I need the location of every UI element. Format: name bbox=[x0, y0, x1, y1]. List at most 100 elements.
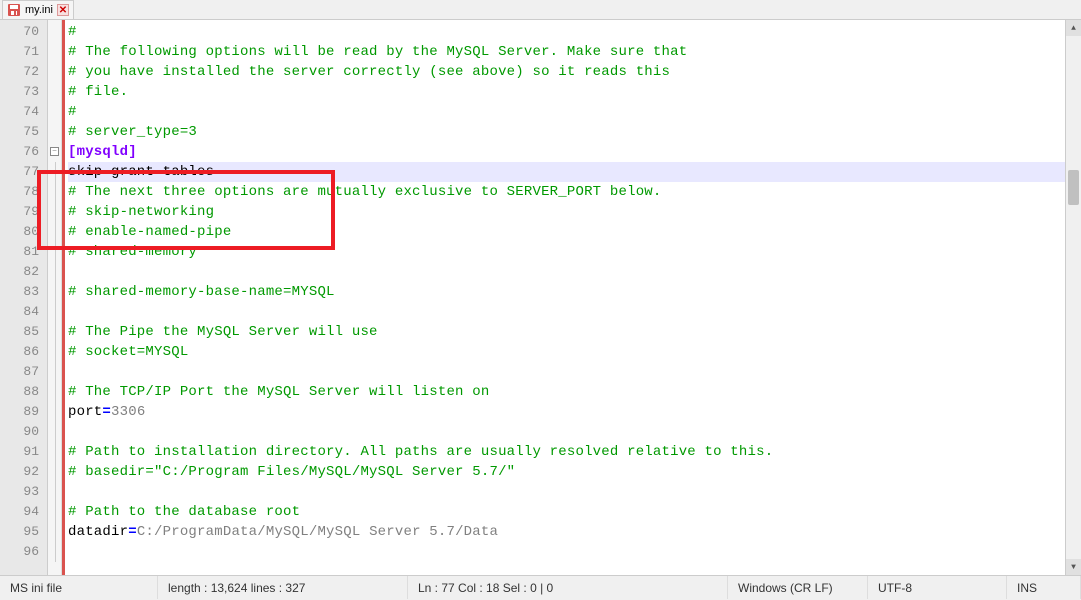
code-line[interactable]: port=3306 bbox=[68, 402, 1065, 422]
tab-bar: my.ini ✕ bbox=[0, 0, 1081, 20]
code-line[interactable]: # file. bbox=[68, 82, 1065, 102]
code-line[interactable]: skip-grant-tables bbox=[68, 162, 1065, 182]
code-line[interactable]: # Path to installation directory. All pa… bbox=[68, 442, 1065, 462]
close-icon[interactable]: ✕ bbox=[57, 4, 69, 16]
code-line[interactable]: datadir=C:/ProgramData/MySQL/MySQL Serve… bbox=[68, 522, 1065, 542]
line-number: 73 bbox=[0, 82, 47, 102]
fold-mark bbox=[48, 382, 61, 402]
code-line[interactable] bbox=[68, 262, 1065, 282]
line-number: 95 bbox=[0, 522, 47, 542]
fold-mark bbox=[48, 462, 61, 482]
fold-mark bbox=[48, 482, 61, 502]
line-number-gutter: 7071727374757677787980818283848586878889… bbox=[0, 20, 48, 575]
fold-toggle-icon[interactable]: − bbox=[50, 147, 59, 156]
status-encoding: UTF-8 bbox=[868, 576, 1007, 599]
status-position: Ln : 77 Col : 18 Sel : 0 | 0 bbox=[408, 576, 728, 599]
line-number: 86 bbox=[0, 342, 47, 362]
code-line[interactable]: # bbox=[68, 102, 1065, 122]
fold-mark bbox=[48, 502, 61, 522]
code-line[interactable]: # enable-named-pipe bbox=[68, 222, 1065, 242]
code-line[interactable] bbox=[68, 482, 1065, 502]
line-number: 75 bbox=[0, 122, 47, 142]
fold-mark bbox=[48, 42, 61, 62]
status-bar: MS ini file length : 13,624 lines : 327 … bbox=[0, 575, 1081, 599]
change-marker bbox=[62, 20, 65, 575]
scroll-up-button[interactable]: ▲ bbox=[1066, 20, 1081, 36]
code-line[interactable] bbox=[68, 302, 1065, 322]
fold-mark bbox=[48, 262, 61, 282]
line-number: 83 bbox=[0, 282, 47, 302]
line-number: 92 bbox=[0, 462, 47, 482]
status-filetype: MS ini file bbox=[0, 576, 158, 599]
status-mode: INS bbox=[1007, 576, 1081, 599]
line-number: 81 bbox=[0, 242, 47, 262]
line-number: 84 bbox=[0, 302, 47, 322]
code-line[interactable]: # The next three options are mutually ex… bbox=[68, 182, 1065, 202]
fold-mark bbox=[48, 522, 61, 542]
line-number: 78 bbox=[0, 182, 47, 202]
fold-mark bbox=[48, 402, 61, 422]
line-number: 91 bbox=[0, 442, 47, 462]
fold-gutter: − bbox=[48, 20, 62, 575]
code-line[interactable] bbox=[68, 422, 1065, 442]
code-line[interactable]: # socket=MYSQL bbox=[68, 342, 1065, 362]
fold-mark bbox=[48, 362, 61, 382]
fold-mark bbox=[48, 542, 61, 562]
fold-mark bbox=[48, 82, 61, 102]
fold-mark bbox=[48, 162, 61, 182]
code-line[interactable]: [mysqld] bbox=[68, 142, 1065, 162]
code-area[interactable]: ## The following options will be read by… bbox=[62, 20, 1065, 575]
line-number: 79 bbox=[0, 202, 47, 222]
line-number: 89 bbox=[0, 402, 47, 422]
line-number: 80 bbox=[0, 222, 47, 242]
fold-mark: − bbox=[48, 142, 61, 162]
fold-mark bbox=[48, 242, 61, 262]
line-number: 77 bbox=[0, 162, 47, 182]
status-eol: Windows (CR LF) bbox=[728, 576, 868, 599]
fold-mark bbox=[48, 122, 61, 142]
line-number: 96 bbox=[0, 542, 47, 562]
fold-mark bbox=[48, 302, 61, 322]
fold-mark bbox=[48, 22, 61, 42]
fold-mark bbox=[48, 322, 61, 342]
fold-mark bbox=[48, 222, 61, 242]
editor: 7071727374757677787980818283848586878889… bbox=[0, 20, 1081, 575]
code-line[interactable]: # shared-memory bbox=[68, 242, 1065, 262]
fold-mark bbox=[48, 442, 61, 462]
line-number: 85 bbox=[0, 322, 47, 342]
code-line[interactable]: # skip-networking bbox=[68, 202, 1065, 222]
fold-mark bbox=[48, 282, 61, 302]
code-line[interactable]: # The Pipe the MySQL Server will use bbox=[68, 322, 1065, 342]
code-line[interactable]: # Path to the database root bbox=[68, 502, 1065, 522]
fold-mark bbox=[48, 342, 61, 362]
line-number: 90 bbox=[0, 422, 47, 442]
line-number: 72 bbox=[0, 62, 47, 82]
code-line[interactable]: # server_type=3 bbox=[68, 122, 1065, 142]
code-line[interactable]: # basedir="C:/Program Files/MySQL/MySQL … bbox=[68, 462, 1065, 482]
fold-mark bbox=[48, 182, 61, 202]
code-line[interactable]: # The TCP/IP Port the MySQL Server will … bbox=[68, 382, 1065, 402]
fold-mark bbox=[48, 102, 61, 122]
vertical-scrollbar[interactable]: ▲ ▼ bbox=[1065, 20, 1081, 575]
line-number: 74 bbox=[0, 102, 47, 122]
line-number: 82 bbox=[0, 262, 47, 282]
fold-mark bbox=[48, 62, 61, 82]
line-number: 70 bbox=[0, 22, 47, 42]
save-icon bbox=[7, 3, 21, 17]
fold-mark bbox=[48, 422, 61, 442]
code-line[interactable]: # you have installed the server correctl… bbox=[68, 62, 1065, 82]
fold-mark bbox=[48, 202, 61, 222]
code-line[interactable] bbox=[68, 542, 1065, 562]
line-number: 71 bbox=[0, 42, 47, 62]
scroll-thumb[interactable] bbox=[1068, 170, 1079, 205]
line-number: 87 bbox=[0, 362, 47, 382]
code-line[interactable]: # bbox=[68, 22, 1065, 42]
status-length: length : 13,624 lines : 327 bbox=[158, 576, 408, 599]
file-tab[interactable]: my.ini ✕ bbox=[2, 0, 74, 19]
scroll-down-button[interactable]: ▼ bbox=[1066, 559, 1081, 575]
line-number: 76 bbox=[0, 142, 47, 162]
line-number: 93 bbox=[0, 482, 47, 502]
code-line[interactable]: # shared-memory-base-name=MYSQL bbox=[68, 282, 1065, 302]
code-line[interactable]: # The following options will be read by … bbox=[68, 42, 1065, 62]
code-line[interactable] bbox=[68, 362, 1065, 382]
